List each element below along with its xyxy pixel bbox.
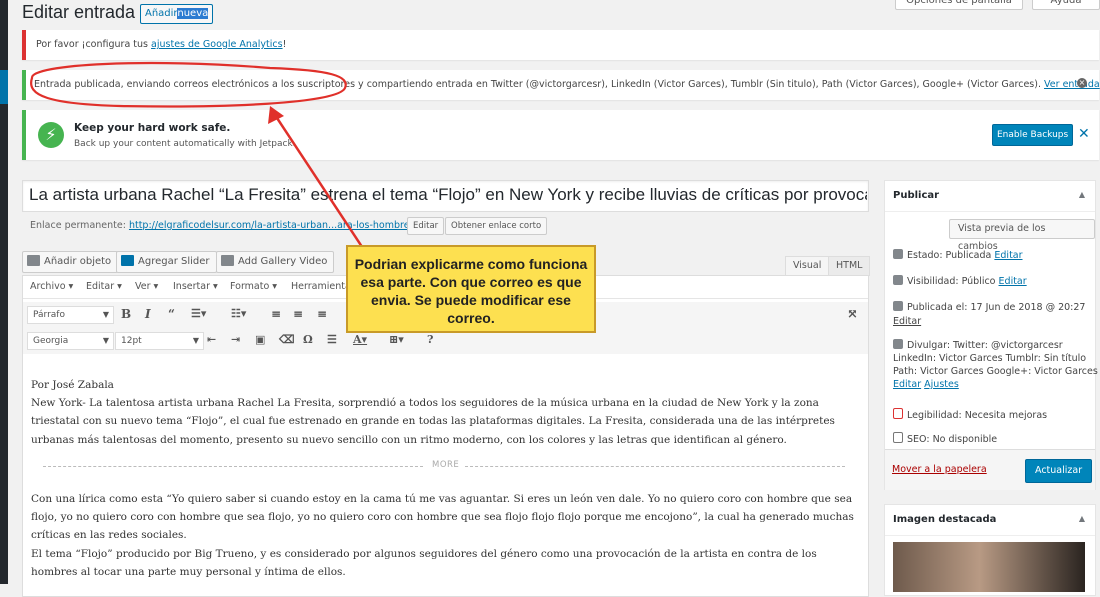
yoast-readability-icon	[893, 408, 903, 419]
share-row: Divulgar: Twitter: @victorgarcesr Linked…	[893, 339, 1098, 390]
calendar-icon	[893, 301, 903, 311]
move-to-trash-link[interactable]: Mover a la papelera	[892, 464, 987, 475]
publish-title: Publicar	[893, 190, 940, 201]
publish-actions: Mover a la papelera Actualizar	[885, 449, 1095, 490]
edit-share-link[interactable]: Editar	[893, 379, 921, 390]
annotation-arrowhead	[268, 106, 284, 124]
featured-image-box: Imagen destacada ▲	[884, 504, 1096, 596]
published-date-row: Publicada el: 17 Jun de 2018 @ 20:27	[893, 301, 1085, 313]
update-button[interactable]: Actualizar	[1025, 459, 1093, 483]
visibility-row: Visibilidad: Público Editar	[893, 275, 1027, 287]
featured-image-thumbnail[interactable]	[893, 542, 1085, 592]
seo-row: SEO: No disponible	[893, 432, 997, 445]
share-icon	[893, 339, 903, 349]
edit-visibility-link[interactable]: Editar	[999, 276, 1027, 287]
readability-row: Legibilidad: Necesita mejoras	[893, 408, 1047, 421]
annotation-arrow	[275, 117, 374, 263]
edit-date-link[interactable]: Editar	[893, 316, 921, 327]
edit-status-link[interactable]: Editar	[994, 250, 1022, 261]
collapse-icon[interactable]: ▲	[1079, 514, 1085, 523]
yoast-seo-icon	[893, 432, 903, 443]
status-row: Estado: Publicada Editar	[893, 249, 1023, 261]
preview-changes-button[interactable]: Vista previa de los cambios	[949, 219, 1095, 252]
share-settings-link[interactable]: Ajustes	[924, 379, 959, 390]
featured-image-title: Imagen destacada	[893, 514, 997, 525]
collapse-icon[interactable]: ▲	[1079, 190, 1085, 199]
eye-icon	[893, 275, 903, 285]
annotation-callout: Podrian explicarme como funciona esa par…	[346, 245, 596, 333]
annotation-circle	[30, 61, 347, 108]
publish-box: Publicar ▲ Vista previa de los cambios E…	[884, 180, 1098, 490]
pin-icon	[893, 249, 903, 259]
